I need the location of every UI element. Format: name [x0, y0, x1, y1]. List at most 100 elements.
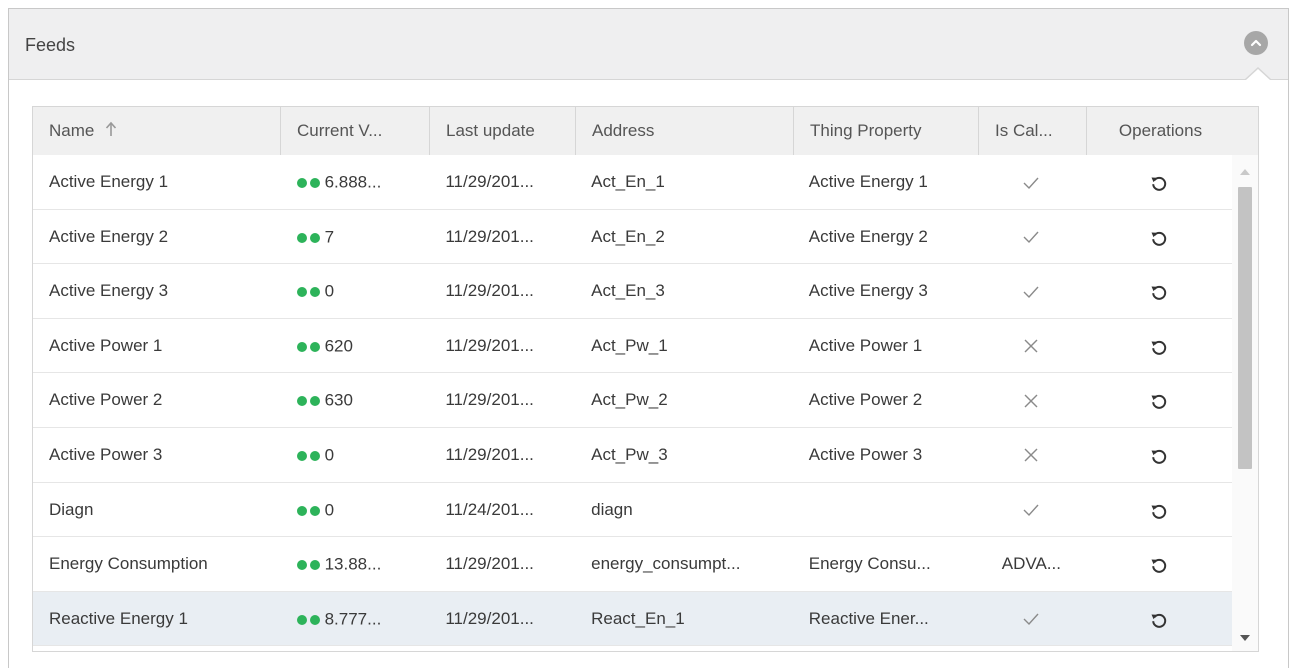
cell-operations: [1085, 428, 1232, 482]
cell-is-calculated: [977, 373, 1085, 427]
status-dot-icon: [296, 341, 307, 352]
table-row[interactable]: Active Energy 2 7 11/29/201... Act_En_2 Acti…: [33, 209, 1232, 265]
cell-is-calculated: [977, 210, 1085, 264]
table-row[interactable]: Active Power 3 0 11/29/201... Act_Pw_3 Activ…: [33, 427, 1232, 483]
status-dot-icon: [296, 505, 307, 516]
panel-title: Feeds: [25, 35, 76, 55]
status-dot-icon: [296, 178, 307, 189]
column-header-address[interactable]: Address: [576, 107, 794, 155]
cell-last-update: 11/29/201...: [445, 554, 534, 574]
status-dot-icon: [309, 614, 320, 625]
table-row[interactable]: Diagn 0 11/24/201... diagn: [33, 482, 1232, 538]
cell-is-calculated: [977, 428, 1085, 482]
cross-icon: [1024, 394, 1038, 408]
cell-address: React_En_1: [591, 608, 685, 628]
cell-current-value: 8.777...: [281, 592, 430, 646]
reset-icon[interactable]: [1150, 538, 1168, 591]
scroll-up-icon[interactable]: [1240, 169, 1250, 175]
status-dot-icon: [296, 396, 307, 407]
current-value-text: 7: [324, 227, 335, 247]
column-header-current-value[interactable]: Current V...: [281, 107, 430, 155]
chevron-up-icon: [1250, 39, 1262, 47]
cell-thing-property: Active Power 3: [808, 444, 923, 464]
cell-is-calculated: [977, 319, 1085, 373]
cell-operations: [1085, 373, 1232, 427]
column-header-operations[interactable]: Operations: [1087, 107, 1234, 155]
cell-operations: [1085, 319, 1232, 373]
status-dot-icon: [296, 232, 307, 243]
cell-current-value: 6.888...: [281, 155, 430, 209]
status-dots-icon: [296, 428, 323, 481]
cell-is-calculated: ADVA...: [1001, 554, 1061, 574]
cell-name: Active Power 2: [49, 390, 163, 410]
status-dot-icon: [296, 614, 307, 625]
reset-icon[interactable]: [1150, 483, 1168, 536]
column-header-name[interactable]: Name: [33, 107, 281, 155]
table-row[interactable]: Active Power 2 630 11/29/201... Act_Pw_2 Act…: [33, 373, 1232, 428]
reset-icon[interactable]: [1150, 428, 1168, 481]
column-label: Last update: [446, 121, 535, 140]
status-dot-icon: [309, 396, 320, 407]
cross-icon: [1024, 448, 1038, 462]
reset-icon[interactable]: [1150, 265, 1168, 318]
chevron-up-circle-icon[interactable]: [1244, 31, 1268, 55]
status-dot-icon: [309, 451, 320, 461]
table-row[interactable]: Reactive Energy 1 8.777... 11/29/201... Rea…: [33, 591, 1232, 647]
check-icon: [1023, 177, 1039, 189]
column-header-thing-property[interactable]: Thing Property: [794, 107, 979, 155]
current-value-text: 6.888...: [324, 172, 382, 192]
cell-current-value: 0: [281, 483, 430, 537]
check-icon: [1023, 504, 1039, 517]
reset-icon[interactable]: [1150, 156, 1168, 209]
cell-operations: [1085, 210, 1232, 264]
feeds-table: Name Current V... Last update Address Th…: [32, 106, 1259, 652]
status-dot-icon: [296, 560, 307, 571]
cell-address: Act_Pw_1: [591, 335, 668, 355]
reset-icon[interactable]: [1150, 592, 1168, 645]
column-label: Operations: [1118, 121, 1203, 140]
cell-thing-property: Active Power 2: [808, 390, 923, 410]
status-dots-icon: [296, 319, 323, 372]
scroll-down-icon[interactable]: [1240, 635, 1250, 641]
cell-operations: [1085, 483, 1232, 537]
sort-ascending-icon: [105, 108, 117, 155]
current-value-text: 630: [324, 390, 353, 410]
reset-icon[interactable]: [1150, 374, 1168, 427]
cell-name: Active Energy 1: [49, 172, 169, 191]
cell-name: Reactive Energy 1: [49, 608, 188, 628]
table-row[interactable]: Active Energy 1 6.888... 11/29/201... Act_E…: [33, 155, 1232, 210]
table-header: Name Current V... Last update Address Th…: [33, 107, 1258, 156]
cell-name: Energy Consumption: [49, 554, 208, 574]
status-dots-icon: [296, 592, 323, 645]
cell-current-value: 13.88...: [281, 537, 430, 591]
cell-name: Active Energy 3: [49, 281, 169, 301]
column-label: Address: [592, 121, 655, 140]
cell-current-value: 630: [281, 373, 430, 427]
table-row[interactable]: Energy Consumption 13.88... 11/29/201... en…: [33, 537, 1232, 592]
cell-is-calculated: [977, 155, 1085, 209]
status-dots-icon: [296, 483, 323, 536]
cell-last-update: 11/29/201...: [445, 335, 534, 355]
cell-current-value: 0: [281, 264, 430, 318]
status-dots-icon: [296, 538, 323, 591]
check-icon: [1023, 286, 1039, 298]
column-header-last-update[interactable]: Last update: [430, 107, 576, 155]
scroll-thumb[interactable]: [1238, 187, 1252, 469]
cell-thing-property: Active Power 1: [808, 335, 923, 355]
current-value-text: 0: [324, 500, 335, 520]
table-row[interactable]: Active Power 1 620 11/29/201... Act_Pw_1 Act…: [33, 318, 1232, 374]
feeds-panel: Feeds Name Current V... Last update Addr…: [8, 8, 1289, 668]
column-label: Name: [49, 121, 95, 140]
reset-icon[interactable]: [1150, 210, 1168, 263]
current-value-text: 0: [324, 281, 335, 301]
reset-icon[interactable]: [1150, 319, 1168, 372]
vertical-scrollbar[interactable]: [1232, 155, 1258, 651]
cell-thing-property: [793, 483, 978, 537]
status-dot-icon: [309, 560, 320, 571]
current-value-text: 8.777...: [324, 609, 382, 629]
check-icon: [1023, 231, 1039, 244]
cell-last-update: 11/24/201...: [445, 499, 534, 519]
table-row[interactable]: Active Energy 3 0 11/29/201... Act_En_3 Acti…: [33, 264, 1232, 319]
cell-current-value: 0: [281, 428, 430, 482]
column-header-is-calculated[interactable]: Is Cal...: [979, 107, 1087, 155]
